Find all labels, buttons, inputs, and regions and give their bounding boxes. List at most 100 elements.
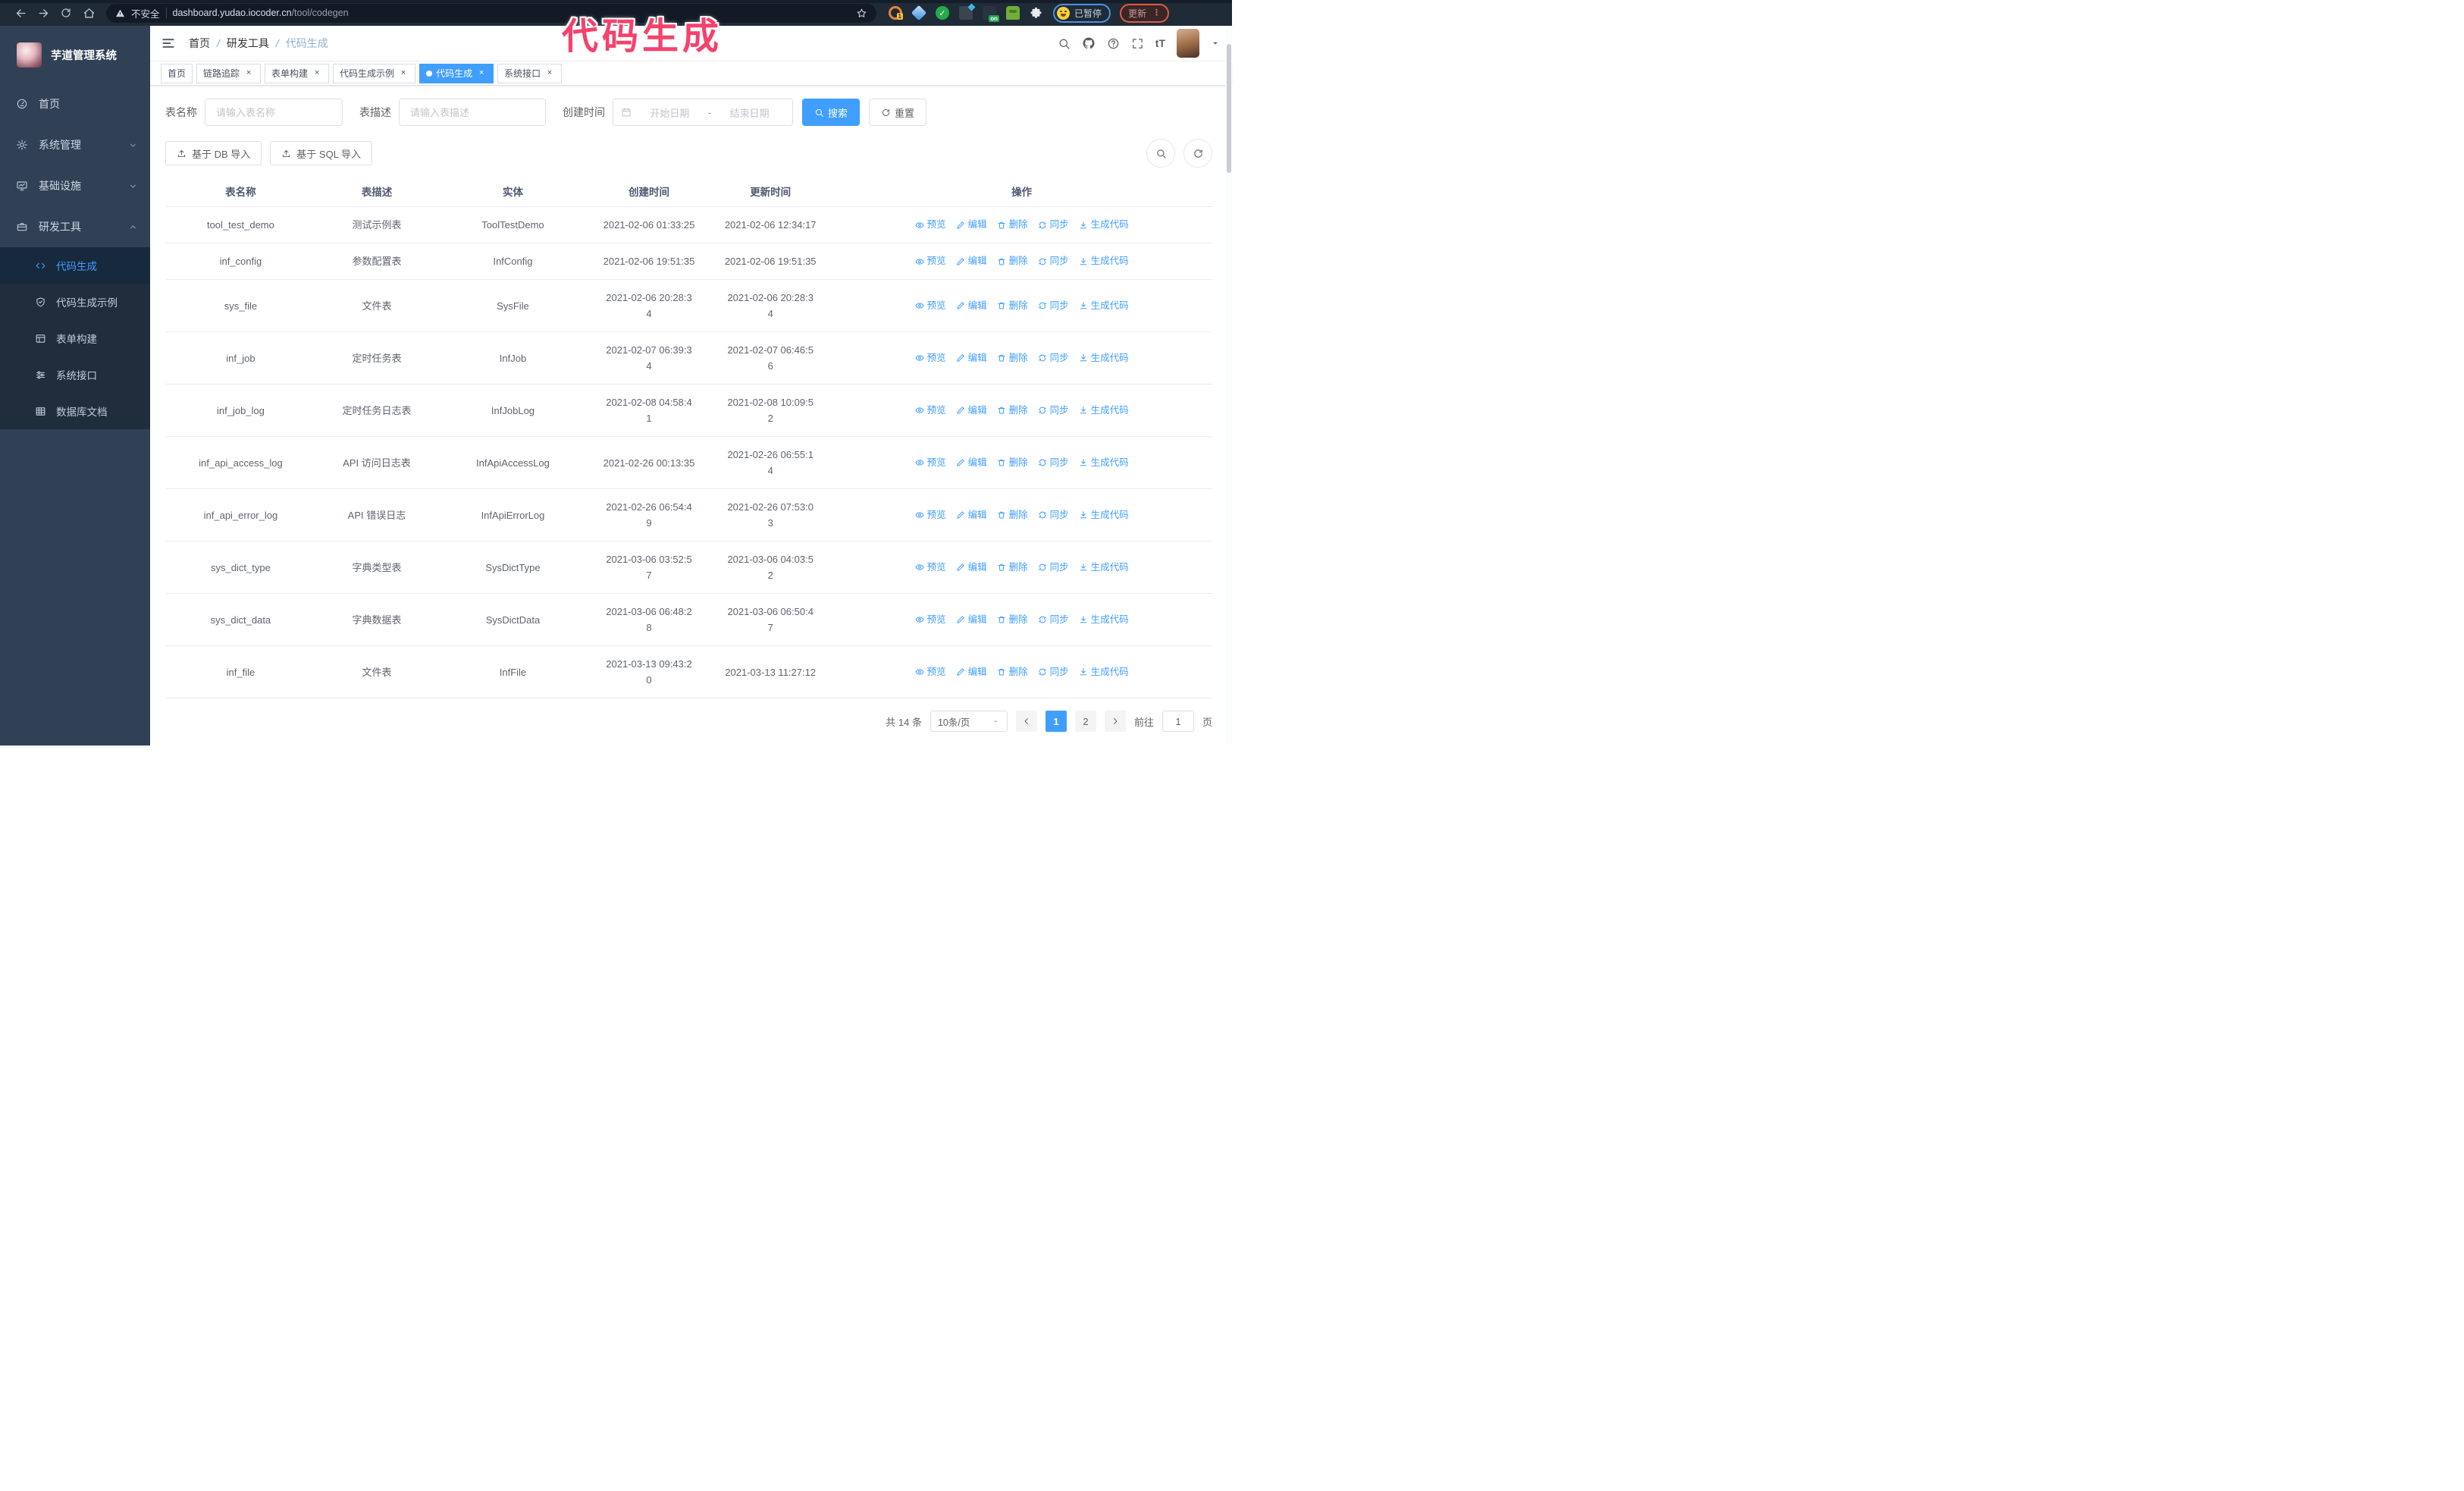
extensions-puzzle-icon[interactable] bbox=[1030, 7, 1042, 20]
action-eye-link[interactable]: 预览 bbox=[915, 253, 946, 269]
action-trash-link[interactable]: 删除 bbox=[997, 350, 1028, 366]
action-trash-link[interactable]: 删除 bbox=[997, 560, 1028, 576]
browser-forward-button[interactable] bbox=[32, 2, 55, 24]
extension-icon-grid[interactable] bbox=[959, 6, 973, 20]
action-trash-link[interactable]: 删除 bbox=[997, 664, 1028, 680]
action-download-link[interactable]: 生成代码 bbox=[1079, 298, 1129, 314]
date-range-picker[interactable]: 开始日期 - 结束日期 bbox=[613, 99, 793, 126]
browser-update-button[interactable]: 更新 ⋮ bbox=[1120, 3, 1170, 23]
action-eye-link[interactable]: 预览 bbox=[915, 612, 946, 628]
toggle-search-button[interactable] bbox=[1146, 139, 1175, 168]
user-avatar[interactable] bbox=[1177, 29, 1199, 58]
tab-链路追踪[interactable]: 链路追踪 × bbox=[196, 63, 262, 83]
extension-icon-switch[interactable]: on bbox=[983, 6, 999, 22]
scrollbar-thumb[interactable] bbox=[1226, 44, 1231, 173]
page-button-1[interactable]: 1 bbox=[1045, 711, 1067, 732]
action-edit-link[interactable]: 编辑 bbox=[956, 298, 987, 314]
action-download-link[interactable]: 生成代码 bbox=[1079, 253, 1129, 269]
browser-profile-chip[interactable]: 已暂停 bbox=[1053, 3, 1111, 23]
action-sync-link[interactable]: 同步 bbox=[1038, 664, 1069, 680]
end-date-placeholder[interactable]: 结束日期 bbox=[714, 105, 785, 120]
action-edit-link[interactable]: 编辑 bbox=[956, 612, 987, 628]
action-sync-link[interactable]: 同步 bbox=[1038, 612, 1069, 628]
action-eye-link[interactable]: 预览 bbox=[915, 403, 946, 419]
sidebar-subitem-grid[interactable]: 数据库文档 bbox=[0, 393, 150, 429]
tab-close-icon[interactable]: × bbox=[544, 68, 555, 79]
action-download-link[interactable]: 生成代码 bbox=[1079, 664, 1129, 680]
tab-close-icon[interactable]: × bbox=[243, 68, 254, 79]
help-icon[interactable] bbox=[1107, 37, 1120, 50]
browser-home-button[interactable] bbox=[77, 2, 100, 24]
action-edit-link[interactable]: 编辑 bbox=[956, 507, 987, 523]
extension-icon-orange[interactable]: 1 bbox=[889, 6, 903, 20]
bookmark-star-icon[interactable] bbox=[856, 8, 867, 19]
tab-close-icon[interactable]: × bbox=[398, 68, 409, 79]
user-menu-caret-icon[interactable] bbox=[1211, 39, 1220, 48]
action-sync-link[interactable]: 同步 bbox=[1038, 253, 1069, 269]
tab-active-代码生成[interactable]: 代码生成 × bbox=[419, 63, 494, 83]
sidebar-subitem-form[interactable]: 表单构建 bbox=[0, 320, 150, 356]
security-warning-icon[interactable] bbox=[115, 8, 125, 18]
action-eye-link[interactable]: 预览 bbox=[915, 560, 946, 576]
search-icon[interactable] bbox=[1058, 37, 1071, 50]
browser-back-button[interactable] bbox=[9, 2, 32, 24]
action-sync-link[interactable]: 同步 bbox=[1038, 507, 1069, 523]
sidebar-subitem-sliders[interactable]: 系统接口 bbox=[0, 356, 150, 393]
action-download-link[interactable]: 生成代码 bbox=[1079, 612, 1129, 628]
sidebar-subitem-code[interactable]: 代码生成 bbox=[0, 247, 150, 284]
action-sync-link[interactable]: 同步 bbox=[1038, 560, 1069, 576]
action-eye-link[interactable]: 预览 bbox=[915, 298, 946, 314]
extension-icon-robot[interactable] bbox=[1006, 6, 1020, 20]
action-eye-link[interactable]: 预览 bbox=[915, 350, 946, 366]
action-download-link[interactable]: 生成代码 bbox=[1079, 350, 1129, 366]
action-eye-link[interactable]: 预览 bbox=[915, 507, 946, 523]
page-button-2[interactable]: 2 bbox=[1074, 711, 1096, 732]
action-trash-link[interactable]: 删除 bbox=[997, 253, 1028, 269]
action-edit-link[interactable]: 编辑 bbox=[956, 350, 987, 366]
action-download-link[interactable]: 生成代码 bbox=[1079, 455, 1129, 471]
start-date-placeholder[interactable]: 开始日期 bbox=[635, 105, 705, 120]
action-download-link[interactable]: 生成代码 bbox=[1079, 403, 1129, 419]
address-bar[interactable]: 不安全 dashboard.yudao.iocoder.cn/tool/code… bbox=[106, 3, 876, 23]
action-download-link[interactable]: 生成代码 bbox=[1079, 507, 1129, 523]
action-trash-link[interactable]: 删除 bbox=[997, 217, 1028, 233]
tab-close-icon[interactable]: × bbox=[312, 68, 322, 79]
browser-menu-icon[interactable]: ⋮ bbox=[1152, 9, 1161, 17]
table-desc-input[interactable] bbox=[399, 99, 546, 126]
tab-首页[interactable]: 首页 bbox=[161, 63, 193, 83]
sidebar-item-briefcase[interactable]: 研发工具 bbox=[0, 206, 150, 247]
search-button[interactable]: 搜索 bbox=[802, 99, 861, 126]
table-name-input[interactable] bbox=[205, 99, 343, 126]
goto-page-input[interactable] bbox=[1161, 711, 1194, 732]
action-edit-link[interactable]: 编辑 bbox=[956, 253, 987, 269]
font-size-icon[interactable]: tT bbox=[1155, 37, 1165, 49]
sidebar-subitem-shield[interactable]: 代码生成示例 bbox=[0, 284, 150, 320]
breadcrumb-home[interactable]: 首页 bbox=[189, 36, 210, 51]
action-eye-link[interactable]: 预览 bbox=[915, 664, 946, 680]
action-edit-link[interactable]: 编辑 bbox=[956, 403, 987, 419]
action-download-link[interactable]: 生成代码 bbox=[1079, 560, 1129, 576]
reset-button[interactable]: 重置 bbox=[869, 99, 927, 126]
import-db-button[interactable]: 基于 DB 导入 bbox=[165, 141, 262, 165]
tab-系统接口[interactable]: 系统接口 × bbox=[497, 63, 563, 83]
action-trash-link[interactable]: 删除 bbox=[997, 298, 1028, 314]
action-trash-link[interactable]: 删除 bbox=[997, 612, 1028, 628]
prev-page-button[interactable] bbox=[1015, 711, 1037, 732]
import-sql-button[interactable]: 基于 SQL 导入 bbox=[270, 141, 373, 165]
fullscreen-icon[interactable] bbox=[1131, 37, 1144, 50]
sidebar-item-dashboard[interactable]: 首页 bbox=[0, 83, 150, 124]
hamburger-icon[interactable] bbox=[161, 36, 176, 51]
action-edit-link[interactable]: 编辑 bbox=[956, 455, 987, 471]
extension-icon-gem[interactable] bbox=[911, 5, 927, 21]
sidebar-item-monitor[interactable]: 基础设施 bbox=[0, 165, 150, 206]
action-edit-link[interactable]: 编辑 bbox=[956, 217, 987, 233]
action-edit-link[interactable]: 编辑 bbox=[956, 664, 987, 680]
action-sync-link[interactable]: 同步 bbox=[1038, 298, 1069, 314]
tab-代码生成示例[interactable]: 代码生成示例 × bbox=[333, 63, 416, 83]
page-size-select[interactable]: 10条/页 bbox=[929, 711, 1008, 732]
action-eye-link[interactable]: 预览 bbox=[915, 455, 946, 471]
action-download-link[interactable]: 生成代码 bbox=[1079, 217, 1129, 233]
tab-close-icon[interactable]: × bbox=[476, 68, 487, 79]
action-trash-link[interactable]: 删除 bbox=[997, 507, 1028, 523]
action-sync-link[interactable]: 同步 bbox=[1038, 350, 1069, 366]
